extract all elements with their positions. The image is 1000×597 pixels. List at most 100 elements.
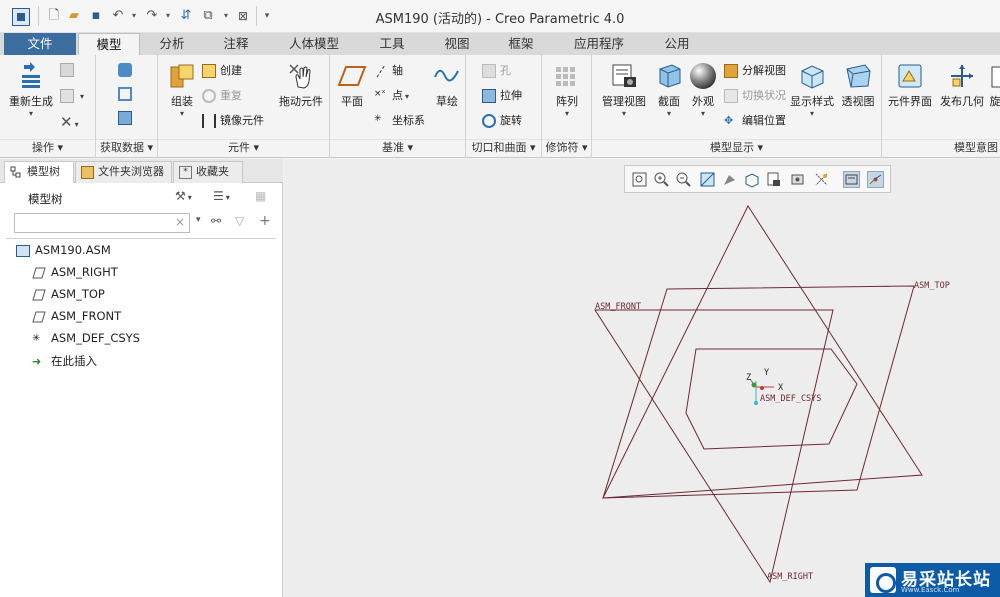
- tab-analysis[interactable]: 分析: [142, 33, 202, 55]
- datum-plane-right[interactable]: [594, 309, 834, 584]
- sketch-button[interactable]: 草绘: [430, 61, 464, 109]
- tab-model[interactable]: 模型: [78, 33, 140, 55]
- tab-model-tree[interactable]: 模型树: [4, 161, 74, 183]
- drag-components-button[interactable]: 拖动元件: [276, 61, 326, 109]
- tree-item[interactable]: ASM_RIGHT: [32, 265, 118, 279]
- appearance-button[interactable]: 外观 ▾: [686, 61, 720, 119]
- columns-icon[interactable]: ▦: [255, 189, 266, 203]
- mirror-component-button[interactable]: 镜像元件: [202, 112, 264, 128]
- regenerate-label: 重新生成: [9, 95, 53, 108]
- point-button[interactable]: ×ˣ 点 ▾: [374, 87, 409, 103]
- assemble-button[interactable]: 组装 ▾: [162, 61, 202, 119]
- group-label-components[interactable]: 元件 ▾: [158, 139, 329, 155]
- tab-view[interactable]: 视图: [426, 33, 488, 55]
- search-dropdown-icon[interactable]: ▾: [196, 215, 201, 225]
- component-interface-button[interactable]: 元件界面: [886, 61, 934, 109]
- tab-framework[interactable]: 框架: [490, 33, 552, 55]
- create-button[interactable]: 创建: [202, 62, 242, 78]
- plane-button[interactable]: 平面: [334, 61, 370, 109]
- tab-folder-browser[interactable]: 文件夹浏览器: [75, 161, 172, 183]
- asm-right-label[interactable]: ASM_RIGHT: [767, 572, 813, 582]
- delete-icon[interactable]: ✕ ▾: [60, 113, 79, 131]
- datum-plane-front[interactable]: [602, 285, 915, 499]
- asm-def-csys-label[interactable]: ASM_DEF_CSYS: [760, 394, 821, 404]
- filter-icon[interactable]: ▽: [235, 214, 244, 228]
- tab-applications[interactable]: 应用程序: [554, 33, 644, 55]
- explode-view-button[interactable]: 分解视图: [724, 62, 786, 78]
- regenerate-button[interactable]: 重新生成 ▾: [4, 61, 58, 119]
- copy-icon[interactable]: [60, 63, 78, 77]
- revolve-button[interactable]: 旋转: [482, 112, 522, 128]
- modifiers-label: 修饰符: [545, 141, 579, 154]
- find-binoculars-icon[interactable]: ⚯: [211, 214, 221, 228]
- tree-item[interactable]: ASM_TOP: [32, 287, 105, 301]
- csys-button[interactable]: ✳ 坐标系: [374, 112, 425, 128]
- group-label-get-data[interactable]: 获取数据 ▾: [96, 139, 157, 155]
- manage-views-button[interactable]: 管理视图 ▾: [596, 61, 652, 119]
- add-icon[interactable]: +: [259, 213, 271, 229]
- settings-icon[interactable]: ⚒ ▾: [175, 189, 192, 203]
- saved-orientations-icon[interactable]: [743, 171, 760, 188]
- tree-root[interactable]: ASM190.ASM: [16, 243, 111, 257]
- tab-annotate[interactable]: 注释: [204, 33, 268, 55]
- annotation-display-icon[interactable]: [813, 171, 830, 188]
- regenerate-icon: [16, 61, 46, 91]
- search-input[interactable]: ×: [14, 213, 190, 233]
- datum-display-filter-icon[interactable]: [843, 171, 860, 188]
- paste-icon[interactable]: ▾: [60, 89, 84, 103]
- shrinkwrap-icon[interactable]: [118, 111, 136, 125]
- group-label-modifiers[interactable]: 修饰符 ▾: [542, 139, 591, 155]
- insert-here-item[interactable]: ➜ 在此插入: [32, 353, 97, 369]
- tab-human-model[interactable]: 人体模型: [270, 33, 358, 55]
- repeat-button[interactable]: 重复: [202, 87, 242, 103]
- group-label-operations[interactable]: 操作 ▾: [0, 139, 95, 155]
- tab-favorites[interactable]: * 收藏夹: [173, 161, 243, 183]
- watermark-icon: [870, 567, 896, 593]
- section-button[interactable]: 截面 ▾: [652, 61, 686, 119]
- display-style-button[interactable]: 显示样式 ▾: [788, 61, 836, 119]
- tab-tools[interactable]: 工具: [360, 33, 424, 55]
- tree-item[interactable]: ASM_FRONT: [32, 309, 121, 323]
- perspective-view-icon[interactable]: [789, 171, 806, 188]
- graphics-window[interactable]: Z Y X ASM_FRONT ASM_TOP ASM_RIGHT ASM_DE…: [284, 159, 1000, 597]
- zoom-out-icon[interactable]: [675, 171, 692, 188]
- tab-file[interactable]: 文件: [4, 33, 76, 55]
- datum-plane-icon: [32, 311, 46, 323]
- axis-button[interactable]: 轴: [374, 62, 403, 78]
- copy-geometry-icon[interactable]: [118, 87, 136, 101]
- component-interface-label: 元件界面: [888, 95, 932, 108]
- publish-geometry-icon: [947, 61, 977, 91]
- toggle-status-button[interactable]: 切换状况: [724, 87, 786, 103]
- next-partial-button[interactable]: 旋: [988, 61, 1000, 109]
- repaint-icon[interactable]: [699, 171, 716, 188]
- assemble-icon: [167, 61, 197, 91]
- refit-icon[interactable]: [631, 171, 648, 188]
- display-style-icon[interactable]: [721, 171, 738, 188]
- model-tree-icon: [10, 166, 23, 179]
- edit-position-button[interactable]: ✥ 编辑位置: [724, 112, 786, 128]
- group-label-cut-surface[interactable]: 切口和曲面 ▾: [466, 139, 541, 155]
- view-manager-icon[interactable]: [765, 171, 782, 188]
- pattern-button[interactable]: 阵列 ▾: [548, 61, 586, 119]
- clear-search-icon[interactable]: ×: [175, 215, 185, 229]
- tab-common[interactable]: 公用: [646, 33, 708, 55]
- zoom-in-icon[interactable]: [653, 171, 670, 188]
- group-label-model-display[interactable]: 模型显示 ▾: [592, 139, 881, 155]
- publish-geometry-button[interactable]: 发布几何: [938, 61, 986, 109]
- watermark-url: Www.Easck.Com: [901, 586, 960, 594]
- asm-front-label[interactable]: ASM_FRONT: [595, 302, 641, 312]
- extrude-button[interactable]: 拉伸: [482, 87, 522, 103]
- title-bar: 🗋 ▰ ▪ ↶ ▾ ↷ ▾ ⇵ ⧉ ▾ ⊠ ▾ ASM190 (活动的) - C…: [0, 0, 1000, 33]
- tree-item[interactable]: ✳ ASM_DEF_CSYS: [32, 331, 140, 345]
- asm-top-label[interactable]: ASM_TOP: [914, 281, 950, 291]
- section-label: 截面: [658, 95, 680, 108]
- components-label: 元件: [227, 141, 250, 154]
- datum-plane-top[interactable]: [602, 204, 923, 499]
- group-label-datum[interactable]: 基准 ▾: [330, 139, 465, 155]
- hole-button[interactable]: 孔: [482, 62, 511, 78]
- show-icon[interactable]: ☰ ▾: [213, 189, 230, 203]
- perspective-button[interactable]: 透视图: [838, 61, 878, 109]
- group-label-model-intent[interactable]: 模型意图: [882, 139, 1000, 155]
- spin-center-icon[interactable]: [867, 171, 884, 188]
- user-defined-feature-icon[interactable]: [118, 63, 136, 77]
